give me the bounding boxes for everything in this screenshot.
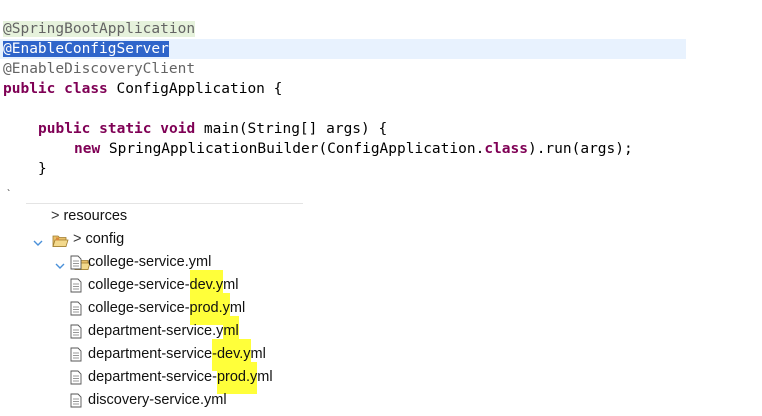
code-line-2: @EnableConfigServer <box>3 39 169 59</box>
code-line-3: @EnableDiscoveryClient <box>3 59 195 79</box>
closing-brace: } <box>38 161 47 177</box>
tree-item-label: resources <box>63 208 128 224</box>
annotation-enableconfigserver-selected[interactable]: @EnableConfigServer <box>3 41 169 57</box>
code-line-6: public static void main(String[] args) { <box>38 119 387 139</box>
tree-file-item[interactable]: college-service-prod.y ml <box>70 292 245 325</box>
keyword-class: class <box>64 81 108 97</box>
file-name-part: department-service <box>88 346 213 362</box>
file-name-part: college-service- <box>88 300 190 316</box>
file-name-part: department-service.y <box>88 323 224 339</box>
file-name-part: department-service- <box>88 369 217 385</box>
file-name-part: ml <box>257 369 273 385</box>
annotation-springbootapplication: @SpringBootApplication <box>3 21 196 37</box>
annotation-enablediscoveryclient: @EnableDiscoveryClient <box>3 61 196 77</box>
folder-open-icon <box>28 210 69 247</box>
package-marker: > <box>51 208 60 224</box>
code-line-4: public class ConfigApplication { <box>3 79 282 99</box>
code-line-7: new SpringApplicationBuilder(ConfigAppli… <box>74 139 633 159</box>
keyword-public: public <box>38 121 91 137</box>
tree-item-label: config <box>85 231 125 247</box>
yml-file-icon <box>70 278 82 293</box>
keyword-static: static <box>99 121 152 137</box>
chevron-down-icon[interactable] <box>30 234 65 269</box>
yml-file-icon <box>70 393 82 408</box>
tree-item-config[interactable]: > config <box>30 228 125 270</box>
code-editor[interactable]: @SpringBootApplication @EnableConfigServ… <box>0 0 762 200</box>
tree-item-resources[interactable]: > resources <box>8 205 128 247</box>
run-call: ).run(args); <box>527 141 633 157</box>
builder-call: SpringApplicationBuilder(ConfigApplicati… <box>100 141 485 157</box>
yml-file-icon <box>70 347 82 362</box>
tree-file-item[interactable]: department-service-prod.y ml <box>70 361 273 394</box>
code-line-1: @SpringBootApplication <box>3 19 196 39</box>
cropped-text-fragment: ` <box>6 189 13 200</box>
divider <box>26 203 303 204</box>
class-declaration: ConfigApplication { <box>107 81 283 97</box>
file-name-part: college-service- <box>88 277 190 293</box>
yml-file-icon <box>70 255 82 270</box>
tree-file-item[interactable]: discovery-service.yml <box>70 389 227 412</box>
package-marker: > <box>73 231 82 247</box>
code-line-8: } <box>38 159 47 179</box>
yml-file-icon <box>70 370 82 385</box>
chevron-down-icon[interactable] <box>8 211 43 246</box>
keyword-public: public <box>3 81 56 97</box>
yml-file-icon <box>70 301 82 316</box>
keyword-void: void <box>160 121 196 137</box>
file-name-part: discovery-service.yml <box>88 392 227 408</box>
folder-open-icon <box>50 233 91 270</box>
main-signature: main(String[] args) { <box>195 121 388 137</box>
project-explorer-tree[interactable]: > resources > config college-service.yml… <box>0 205 762 411</box>
keyword-new: new <box>74 141 101 157</box>
keyword-class: class <box>484 141 528 157</box>
yml-file-icon <box>70 324 82 339</box>
